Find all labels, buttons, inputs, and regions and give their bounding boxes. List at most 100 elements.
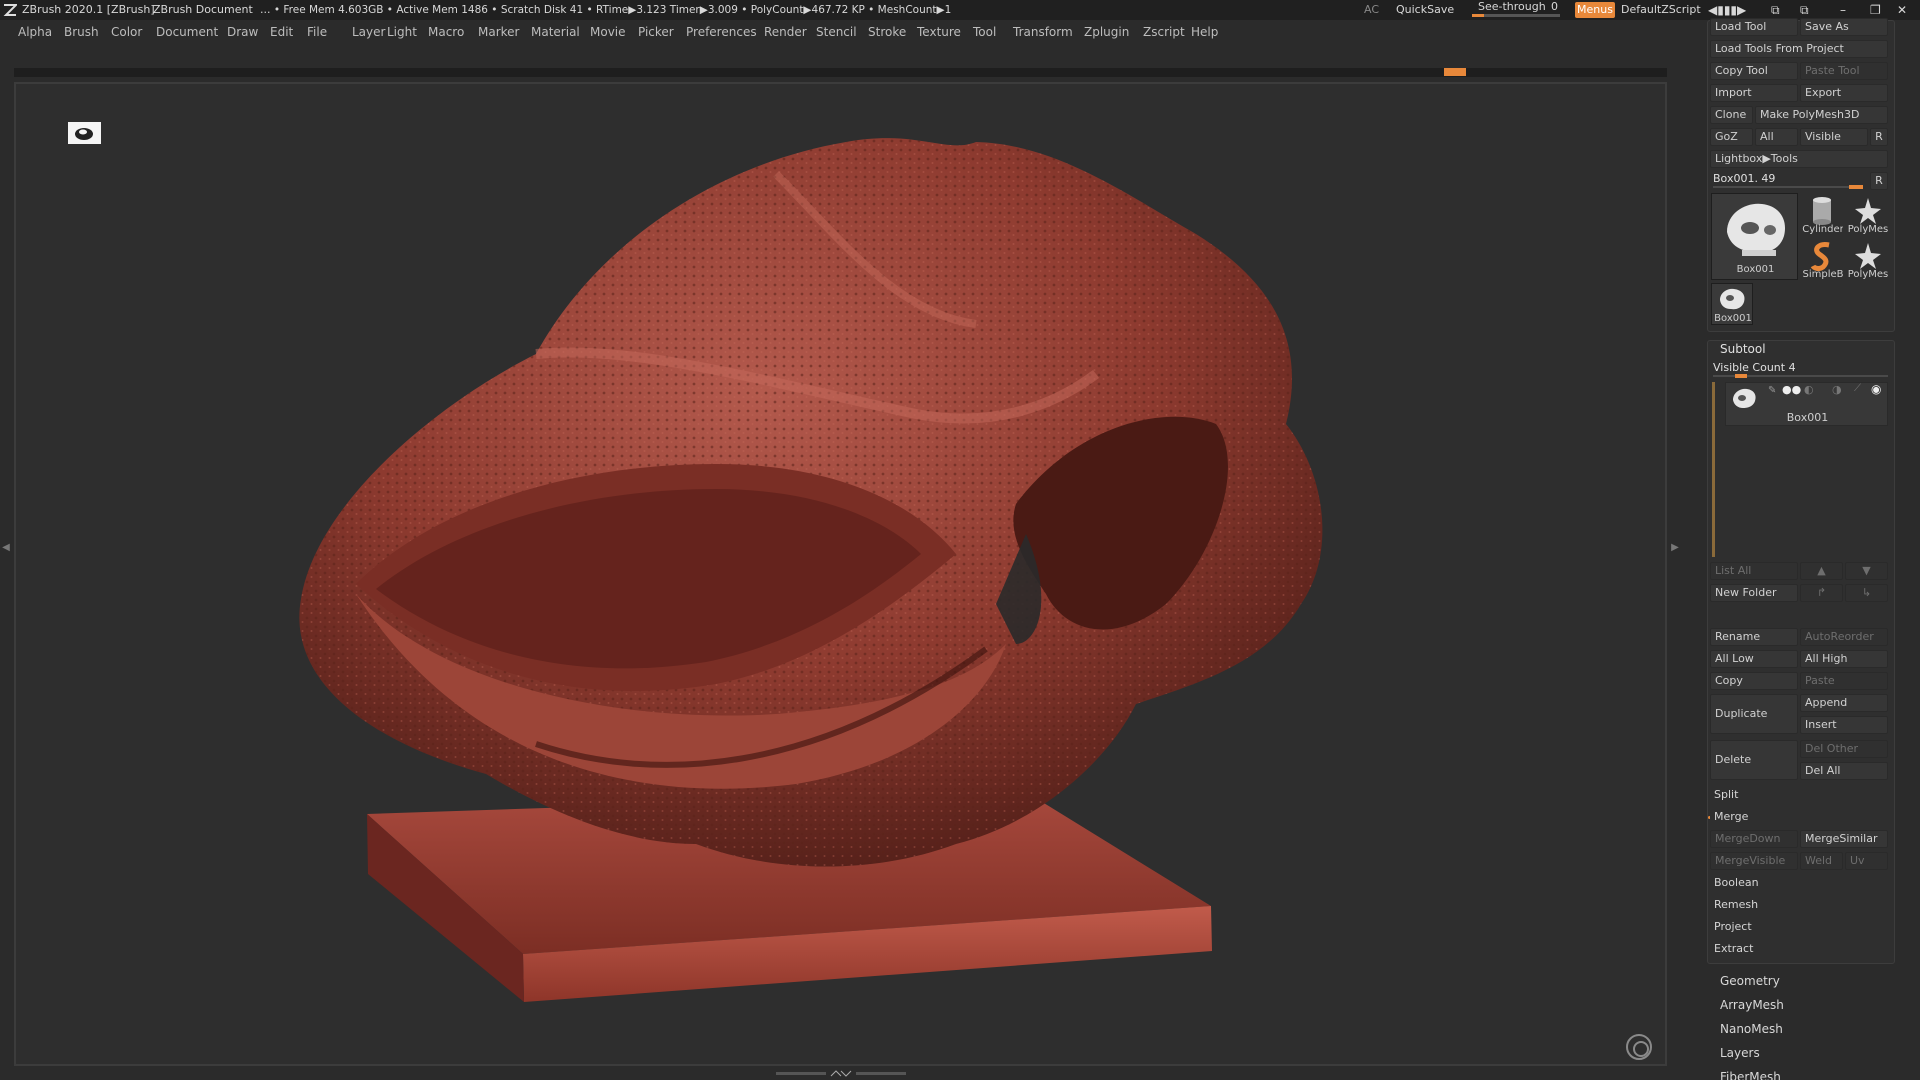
left-tray-toggle-icon[interactable]: ◀ xyxy=(2,488,10,608)
subtool-brush-icon[interactable]: ✎ xyxy=(1768,385,1776,396)
navigation-gizmo-icon[interactable] xyxy=(1626,1034,1652,1060)
tool-thumb-box001-large[interactable]: Box001 xyxy=(1711,193,1798,280)
timeline-marker[interactable] xyxy=(1444,68,1466,76)
menu-marker[interactable]: Marker xyxy=(478,20,519,45)
tray-toggle-icon[interactable]: ⧉ xyxy=(1800,0,1809,20)
paste-tool-button[interactable]: Paste Tool xyxy=(1800,62,1888,80)
tool-thumb-cylinder[interactable]: Cylinder xyxy=(1800,193,1844,237)
move-down-icon[interactable]: ▼ xyxy=(1845,562,1888,580)
subpalette-nanomesh[interactable]: NanoMesh xyxy=(1720,1022,1783,1036)
restore-icon[interactable]: ❐ xyxy=(1870,0,1881,20)
menu-color[interactable]: Color xyxy=(111,20,142,45)
menu-render[interactable]: Render xyxy=(764,20,807,45)
menu-preferences[interactable]: Preferences xyxy=(686,20,757,45)
menu-stroke[interactable]: Stroke xyxy=(868,20,906,45)
goz-visible-button[interactable]: Visible xyxy=(1800,128,1868,146)
subtool-polypaint-icon[interactable]: ◐ xyxy=(1804,383,1814,396)
tool-thumb-polymesh-2[interactable]: PolyMes xyxy=(1845,238,1889,282)
subpalette-fibermesh[interactable]: FiberMesh xyxy=(1720,1070,1781,1080)
export-button[interactable]: Export xyxy=(1800,84,1888,102)
folder-arrow-down-icon[interactable]: ↳ xyxy=(1845,584,1888,602)
autoreorder-button[interactable]: AutoReorder xyxy=(1800,628,1888,646)
mergevisible-button[interactable]: MergeVisible xyxy=(1710,852,1798,870)
menu-layer[interactable]: Layer xyxy=(352,20,385,45)
duplicate-button[interactable]: Duplicate xyxy=(1710,694,1798,734)
quicksave-button[interactable]: QuickSave xyxy=(1396,0,1454,20)
all-high-button[interactable]: All High xyxy=(1800,650,1888,668)
subpalette-layers[interactable]: Layers xyxy=(1720,1046,1760,1060)
copy-button[interactable]: Copy xyxy=(1710,672,1798,690)
all-low-button[interactable]: All Low xyxy=(1710,650,1798,668)
visible-count-slider[interactable]: Visible Count 4 xyxy=(1713,359,1888,378)
make-polymesh3d-button[interactable]: Make PolyMesh3D xyxy=(1755,106,1888,124)
sculpt-mesh[interactable] xyxy=(16,84,1665,1064)
merge-section[interactable]: Merge xyxy=(1710,808,1888,826)
menu-macro[interactable]: Macro xyxy=(428,20,464,45)
weld-toggle[interactable]: Weld xyxy=(1800,852,1843,870)
layout-toggle-icon[interactable]: ◀▮▮▮▶ xyxy=(1708,0,1746,20)
folder-arrow-up-icon[interactable]: ↱ xyxy=(1800,584,1843,602)
menus-button[interactable]: Menus xyxy=(1575,2,1615,18)
minimize-icon[interactable]: – xyxy=(1840,0,1846,20)
bottom-shelf-handle-icon[interactable] xyxy=(776,1068,906,1078)
right-tray-toggle-icon[interactable]: ▶ xyxy=(1671,488,1679,608)
menu-stencil[interactable]: Stencil xyxy=(816,20,857,45)
del-all-button[interactable]: Del All xyxy=(1800,762,1888,780)
copy-tool-button[interactable]: Copy Tool xyxy=(1710,62,1798,80)
subtool-list-scrollbar[interactable] xyxy=(1712,382,1715,557)
save-as-button[interactable]: Save As xyxy=(1800,18,1888,36)
menu-document[interactable]: Document xyxy=(156,20,218,45)
menu-zplugin[interactable]: Zplugin xyxy=(1084,20,1129,45)
menu-material[interactable]: Material xyxy=(531,20,580,45)
paste-button[interactable]: Paste xyxy=(1800,672,1888,690)
rename-button[interactable]: Rename xyxy=(1710,628,1798,646)
list-all-button[interactable]: List All xyxy=(1710,562,1798,580)
uv-toggle[interactable]: Uv xyxy=(1845,852,1888,870)
menu-texture[interactable]: Texture xyxy=(917,20,961,45)
goz-r-button[interactable]: R xyxy=(1870,128,1888,146)
clone-button[interactable]: Clone xyxy=(1710,106,1753,124)
subtool-mode-icon[interactable]: ◑ xyxy=(1832,383,1842,396)
canvas-viewport[interactable] xyxy=(14,82,1667,1066)
menu-light[interactable]: Light xyxy=(387,20,417,45)
menu-file[interactable]: File xyxy=(307,20,327,45)
menu-zscript[interactable]: Zscript xyxy=(1143,20,1185,45)
menu-picker[interactable]: Picker xyxy=(638,20,674,45)
menu-transform[interactable]: Transform xyxy=(1013,20,1073,45)
mergedown-button[interactable]: MergeDown xyxy=(1710,830,1798,848)
new-folder-button[interactable]: New Folder xyxy=(1710,584,1798,602)
close-icon[interactable]: ✕ xyxy=(1897,0,1907,20)
menu-brush[interactable]: Brush xyxy=(64,20,99,45)
menu-edit[interactable]: Edit xyxy=(270,20,293,45)
lightbox-tools-button[interactable]: Lightbox▶Tools xyxy=(1710,150,1888,168)
window-icon[interactable]: ⧉ xyxy=(1771,0,1780,20)
del-other-button[interactable]: Del Other xyxy=(1800,740,1888,758)
insert-button[interactable]: Insert xyxy=(1800,716,1888,734)
default-zscript-button[interactable]: DefaultZScript xyxy=(1621,0,1701,20)
tool-thumb-polymesh-1[interactable]: PolyMes xyxy=(1845,193,1889,237)
subtool-title[interactable]: Subtool xyxy=(1720,342,1766,356)
subpalette-arraymesh[interactable]: ArrayMesh xyxy=(1720,998,1784,1012)
delete-button[interactable]: Delete xyxy=(1710,740,1798,780)
project-section[interactable]: Project xyxy=(1710,918,1888,936)
split-section[interactable]: Split xyxy=(1710,786,1888,804)
goz-all-button[interactable]: All xyxy=(1755,128,1798,146)
timeline-strip[interactable] xyxy=(14,68,1667,77)
tool-thumb-box001-small[interactable]: Box001 xyxy=(1711,283,1753,325)
subtool-draw-icon[interactable]: ⟋ xyxy=(1854,383,1861,394)
load-tools-from-project-button[interactable]: Load Tools From Project xyxy=(1710,40,1888,58)
menu-movie[interactable]: Movie xyxy=(590,20,626,45)
remesh-section[interactable]: Remesh xyxy=(1710,896,1888,914)
menu-alpha[interactable]: Alpha xyxy=(18,20,52,45)
goz-button[interactable]: GoZ xyxy=(1710,128,1753,146)
subtool-item-box001[interactable]: ✎ ●● ◐ ◑ ⟋ ◉ Box001 xyxy=(1725,382,1888,426)
append-button[interactable]: Append xyxy=(1800,694,1888,712)
tool-r-button[interactable]: R xyxy=(1870,172,1888,190)
subpalette-geometry[interactable]: Geometry xyxy=(1720,974,1780,988)
subtool-eye-icon[interactable]: ◉ xyxy=(1871,382,1881,396)
mergesimilar-button[interactable]: MergeSimilar xyxy=(1800,830,1888,848)
current-tool-slider[interactable]: Box001. 49 xyxy=(1713,170,1863,189)
subtool-visibility-toggle-icon[interactable]: ●● xyxy=(1782,383,1801,396)
extract-section[interactable]: Extract xyxy=(1710,940,1888,958)
menu-help[interactable]: Help xyxy=(1191,20,1218,45)
